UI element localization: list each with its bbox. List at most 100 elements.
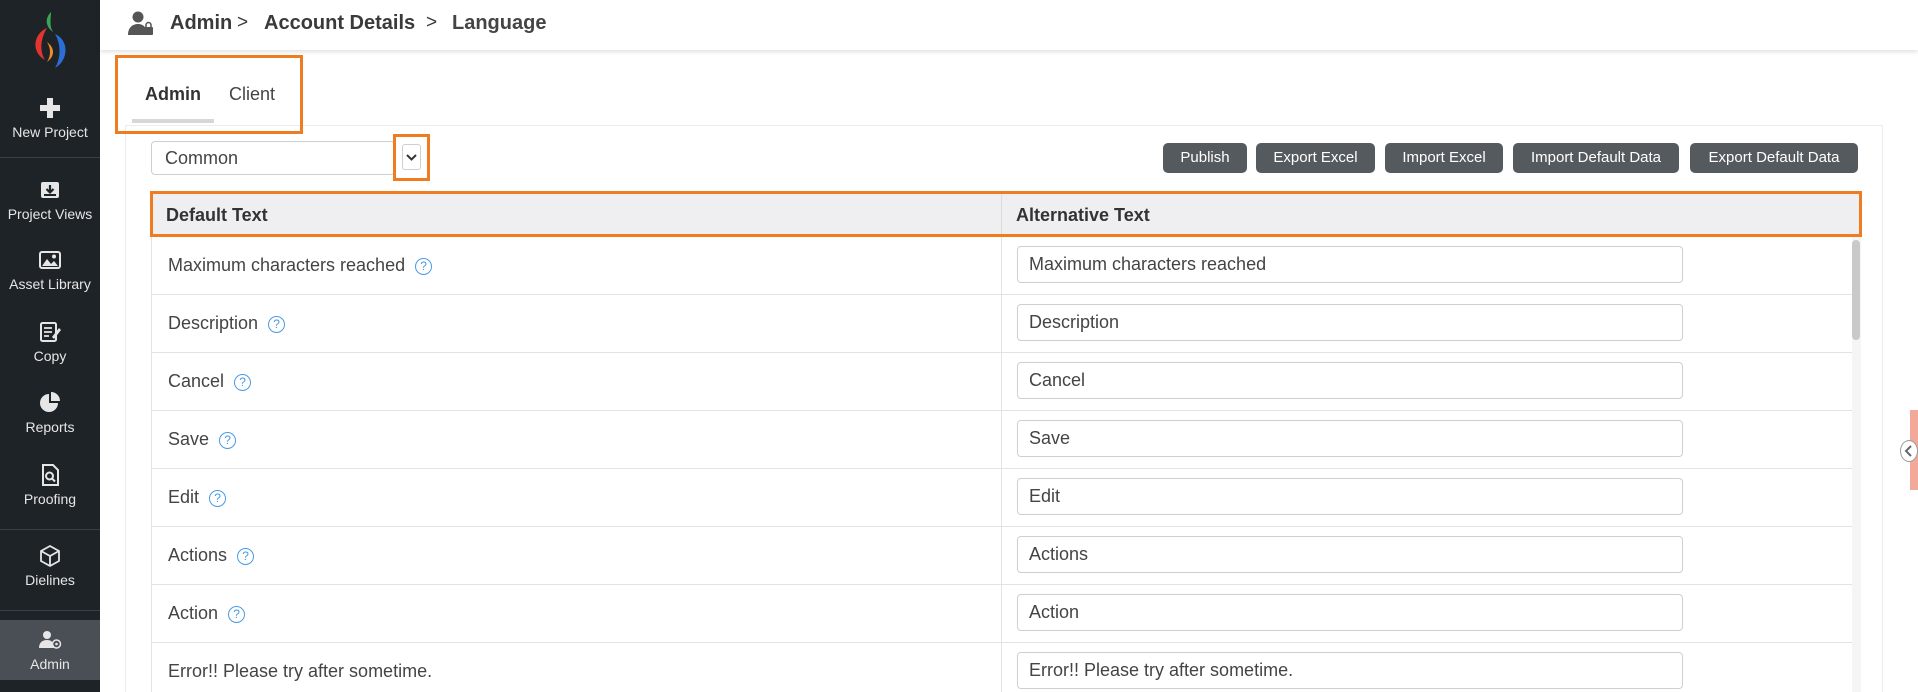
default-text: Description: [168, 313, 259, 333]
sidebar-item-label: Admin: [30, 656, 70, 672]
tab-admin[interactable]: Admin: [145, 84, 201, 105]
alternative-text-input[interactable]: [1017, 246, 1683, 283]
category-select-toggle[interactable]: [393, 134, 430, 181]
column-divider: [1001, 194, 1002, 234]
default-text-cell: Action?: [168, 603, 246, 624]
table-body: Maximum characters reached? Description?…: [151, 237, 1852, 692]
column-divider: [1001, 237, 1002, 295]
sidebar-item-project-views[interactable]: Project Views: [0, 178, 100, 246]
category-select[interactable]: Common: [151, 141, 395, 175]
admin-user-icon: [128, 11, 153, 35]
default-text: Maximum characters reached: [168, 255, 406, 275]
chevron-left-icon: [1904, 445, 1912, 457]
sidebar-item-label: New Project: [12, 124, 88, 140]
default-text: Error!! Please try after sometime.: [168, 661, 433, 681]
sidebar-item-label: Dielines: [25, 572, 75, 588]
sidebar: New Project Project Views Asset Library …: [0, 0, 100, 692]
sidebar-divider: [0, 610, 100, 611]
export-default-data-button[interactable]: Export Default Data: [1690, 143, 1858, 173]
sidebar-item-new-project[interactable]: New Project: [0, 96, 100, 164]
import-default-data-button[interactable]: Import Default Data: [1513, 143, 1679, 173]
alternative-text-input[interactable]: [1017, 304, 1683, 341]
default-text-cell: Description?: [168, 313, 286, 334]
box-icon: [40, 544, 60, 568]
sidebar-item-copy[interactable]: Copy: [0, 320, 100, 388]
help-icon[interactable]: ?: [228, 606, 246, 623]
table-scrollbar-thumb[interactable]: [1852, 240, 1860, 340]
active-tab-indicator: [132, 119, 214, 123]
table-row: Save?: [152, 411, 1852, 469]
table-row: Edit?: [152, 469, 1852, 527]
help-icon[interactable]: ?: [415, 258, 433, 275]
breadcrumb-account-details[interactable]: Account Details: [264, 12, 415, 35]
column-header-alternative-text: Alternative Text: [1016, 205, 1150, 225]
alternative-text-input[interactable]: [1017, 652, 1683, 689]
default-text: Cancel: [168, 371, 225, 391]
sidebar-item-asset-library[interactable]: Asset Library: [0, 248, 100, 316]
alternative-text-input[interactable]: [1017, 478, 1683, 515]
table-row: Description?: [152, 295, 1852, 353]
import-excel-button[interactable]: Import Excel: [1385, 143, 1503, 173]
default-text-cell: Maximum characters reached?: [168, 255, 433, 276]
plus-icon: [40, 98, 60, 118]
default-text: Save: [168, 429, 210, 449]
collapse-panel-button[interactable]: [1900, 440, 1918, 462]
default-text: Edit: [168, 487, 200, 507]
app-logo[interactable]: [25, 8, 75, 74]
pie-chart-icon: [40, 392, 60, 412]
help-icon[interactable]: ?: [219, 432, 237, 449]
table-row: Action?: [152, 585, 1852, 643]
help-icon[interactable]: ?: [268, 316, 286, 333]
default-text-cell: Actions?: [168, 545, 255, 566]
sidebar-item-reports[interactable]: Reports: [0, 391, 100, 459]
publish-button[interactable]: Publish: [1163, 143, 1247, 173]
help-icon[interactable]: ?: [209, 490, 227, 507]
alternative-text-input[interactable]: [1017, 420, 1683, 457]
column-divider: [1001, 643, 1002, 692]
export-excel-button[interactable]: Export Excel: [1256, 143, 1375, 173]
sidebar-item-admin[interactable]: Admin: [0, 620, 100, 680]
sidebar-item-label: Asset Library: [9, 276, 91, 292]
sidebar-item-label: Proofing: [23, 491, 77, 507]
table-header: Default Text Alternative Text: [150, 191, 1862, 237]
image-icon: [39, 251, 61, 269]
table-row: Error!! Please try after sometime.: [152, 643, 1852, 692]
breadcrumb-separator: >: [237, 12, 249, 33]
column-divider: [1001, 353, 1002, 411]
table-row: Maximum characters reached?: [152, 237, 1852, 295]
tab-client[interactable]: Client: [229, 84, 275, 105]
alternative-text-input[interactable]: [1017, 594, 1683, 631]
sidebar-item-label: Copy: [33, 348, 67, 364]
help-icon[interactable]: ?: [234, 374, 252, 391]
column-header-default-text: Default Text: [166, 205, 268, 225]
breadcrumb-separator: >: [426, 12, 438, 33]
admin-user-icon: [39, 631, 62, 649]
column-divider: [1001, 411, 1002, 469]
sidebar-item-proofing[interactable]: Proofing: [0, 463, 100, 531]
default-text-cell: Edit?: [168, 487, 227, 508]
inbox-icon: [41, 182, 59, 198]
column-divider: [1001, 585, 1002, 643]
proof-search-icon: [42, 464, 59, 486]
default-text: Action: [168, 603, 219, 623]
sidebar-divider: [0, 157, 100, 158]
breadcrumb-language: Language: [452, 12, 547, 34]
breadcrumb-admin[interactable]: Admin: [170, 12, 232, 35]
default-text: Actions: [168, 545, 228, 565]
sidebar-item-dielines[interactable]: Dielines: [0, 544, 100, 612]
help-icon[interactable]: ?: [237, 548, 255, 565]
default-text-cell: Cancel?: [168, 371, 252, 392]
default-text-cell: Save?: [168, 429, 237, 450]
edit-document-icon: [40, 322, 61, 342]
column-divider: [1001, 295, 1002, 353]
sidebar-item-label: Project Views: [7, 206, 93, 222]
sidebar-divider: [0, 529, 100, 530]
chevron-down-icon: [402, 144, 421, 170]
sidebar-item-label: Reports: [25, 419, 75, 435]
top-header: Admin > Account Details > Language: [100, 0, 1918, 50]
column-divider: [1001, 469, 1002, 527]
alternative-text-input[interactable]: [1017, 536, 1683, 573]
alternative-text-input[interactable]: [1017, 362, 1683, 399]
table-row: Cancel?: [152, 353, 1852, 411]
column-divider: [1001, 527, 1002, 585]
